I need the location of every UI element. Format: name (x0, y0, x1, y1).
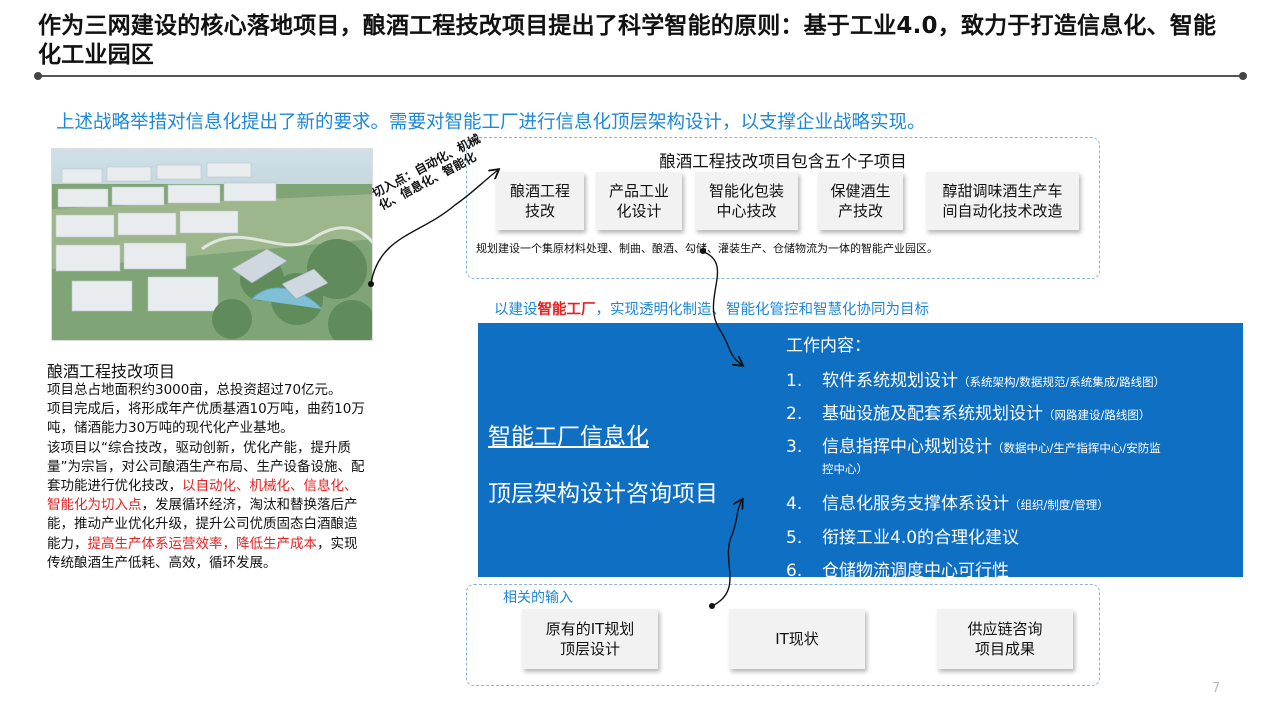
work-content-heading: 工作内容： (786, 336, 871, 356)
work-item-number: 1. (786, 371, 803, 391)
subprojects-note: 规划建设一个集原材料处理、制曲、酿酒、勾储、灌装生产、仓储物流为一体的智能产业园… (476, 242, 938, 255)
project-title: 酿酒工程技改项目 (47, 362, 176, 381)
input-card: IT现状 (729, 609, 865, 669)
input-card: 原有的IT规划 顶层设计 (522, 609, 658, 669)
subproject-card: 产品工业 化设计 (596, 172, 682, 230)
work-item-text: 基础设施及配套系统规划设计 (822, 404, 1043, 424)
work-item-text: 软件系统规划设计 (822, 371, 958, 391)
slide-title: 作为三网建设的核心落地项目，酿酒工程技改项目提出了科学智能的原则：基于工业4.0… (38, 13, 1217, 68)
title-divider (34, 72, 1247, 80)
work-item-number: 4. (786, 494, 803, 514)
project-capacity-text: 项目完成后，将形成年产优质基酒10万吨，曲药10万吨，储酒能力30万吨的现代化产… (47, 401, 365, 437)
work-item-note: （数据中心/生产指挥中心/安防监 (992, 441, 1161, 455)
work-item: 4. 信息化服务支撑体系设计（组织/制度/管理） (786, 489, 1109, 514)
work-item-note: （系统架构/数据规范/系统集成/路线图） (958, 375, 1166, 389)
related-inputs-title: 相关的输入 (503, 590, 573, 606)
subproject-card: 酿酒工程 技改 (496, 172, 584, 230)
consulting-title-line1: 智能工厂信息化 (488, 424, 649, 450)
work-item-note: （组织/制度/管理） (1009, 498, 1109, 512)
work-item-number: 6. (786, 561, 803, 581)
goal-suffix: ，实现透明化制造、智能化管控和智慧化协同为目标 (595, 302, 930, 318)
work-item-number: 2. (786, 404, 803, 424)
subproject-card: 醇甜调味酒生产车 间自动化技术改造 (926, 172, 1079, 230)
goal-highlight: 智能工厂 (537, 302, 596, 318)
work-item: 1. 软件系统规划设计（系统架构/数据规范/系统集成/路线图） (786, 366, 1165, 391)
work-item-note: （网路建设/路线图） (1043, 408, 1151, 422)
subprojects-title: 酿酒工程技改项目包含五个子项目 (659, 152, 907, 171)
work-item-number: 5. (786, 528, 803, 548)
work-item: 2. 基础设施及配套系统规划设计（网路建设/路线图） (786, 399, 1150, 424)
efficiency-highlight: 提高生产体系运营效率，降低生产成本 (87, 535, 318, 552)
slide-subtitle: 上述战略举措对信息化提出了新的要求。需要对智能工厂进行信息化顶层架构设计，以支撑… (56, 112, 926, 133)
work-item-number: 3. (786, 437, 803, 457)
work-item: 6. 仓储物流调度中心可行性 (786, 556, 1009, 581)
work-item-text: 信息化服务支撑体系设计 (822, 494, 1009, 514)
input-card: 供应链咨询 项目成果 (937, 609, 1073, 669)
goal-prefix: 以建设 (494, 302, 538, 318)
project-area-text: 项目总占地面积约3000亩，总投资超过70亿元。 (47, 382, 342, 398)
subproject-card: 智能化包装 中心技改 (695, 172, 798, 230)
page-number: 7 (1212, 681, 1221, 696)
work-item: 3. 信息指挥中心规划设计（数据中心/生产指挥中心/安防监 (786, 432, 1161, 457)
consulting-title-line2: 顶层架构设计咨询项目 (488, 481, 718, 507)
work-item: 5. 衔接工业4.0的合理化建议 (786, 523, 1019, 548)
work-item-note-continuation: 控中心） (822, 462, 868, 476)
project-description: 项目总占地面积约3000亩，总投资超过70亿元。 项目完成后，将形成年产优质基酒… (47, 381, 365, 573)
work-item-text: 衔接工业4.0的合理化建议 (822, 528, 1020, 548)
goal-statement: 以建设智能工厂，实现透明化制造、智能化管控和智慧化协同为目标 (494, 298, 929, 319)
industrial-park-aerial-image (51, 148, 373, 341)
work-item-text: 仓储物流调度中心可行性 (822, 561, 1009, 581)
subproject-card: 保健酒生 产技改 (818, 172, 903, 230)
work-item-text: 信息指挥中心规划设计 (822, 437, 992, 457)
